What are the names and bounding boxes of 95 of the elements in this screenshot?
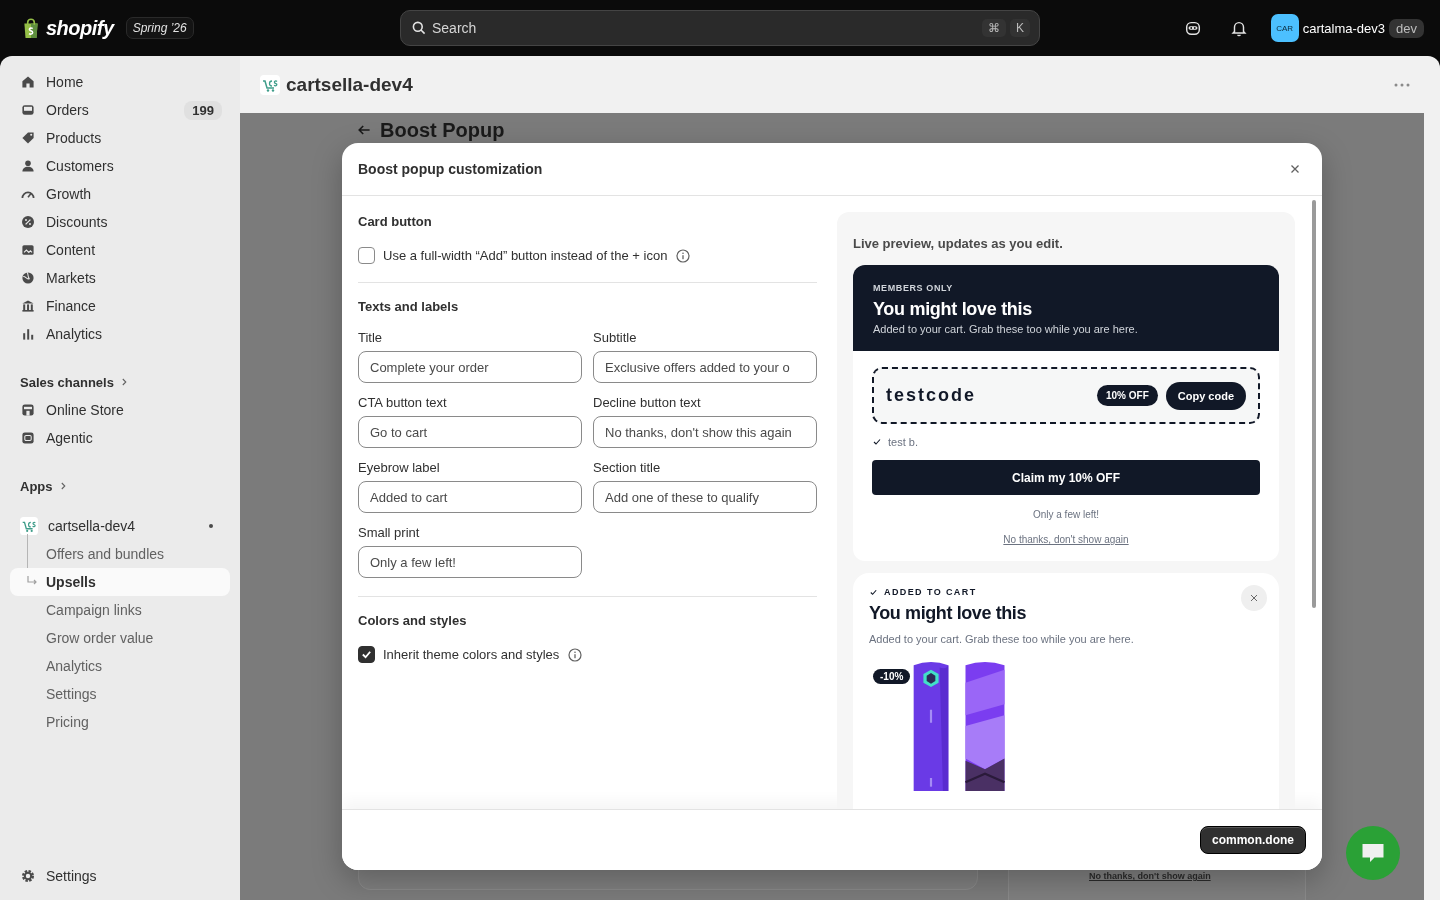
text-field[interactable]: Only a few left! bbox=[358, 546, 582, 578]
cart-logo-icon bbox=[20, 517, 38, 535]
nav-subitem[interactable]: Settings bbox=[10, 680, 230, 708]
info-icon bbox=[675, 247, 692, 264]
count-badge: 199 bbox=[184, 100, 222, 120]
close-icon bbox=[1248, 592, 1260, 604]
nav-subitem[interactable]: Campaign links bbox=[10, 596, 230, 624]
modal-title: Boost popup customization bbox=[358, 161, 543, 177]
note-text: test b. bbox=[888, 436, 918, 448]
nav-item[interactable]: Home bbox=[10, 68, 230, 96]
nav-subitem[interactable]: Grow order value bbox=[10, 624, 230, 652]
discount-badge: 10% OFF bbox=[1096, 385, 1158, 406]
nav-item[interactable]: Finance bbox=[10, 292, 230, 320]
release-badge: Spring ’26 bbox=[125, 17, 194, 39]
popup-title: You might love this bbox=[869, 603, 1028, 624]
text-field[interactable]: No thanks, don't show this again bbox=[593, 416, 817, 448]
bar-chart-icon bbox=[20, 326, 36, 342]
checkbox[interactable] bbox=[358, 247, 375, 264]
nav-item[interactable]: Settings bbox=[10, 862, 230, 890]
field-label: Title bbox=[358, 330, 384, 345]
inbox-icon bbox=[20, 102, 36, 118]
preview-caption: Live preview, updates as you edit. bbox=[853, 236, 1064, 251]
check-icon bbox=[869, 587, 878, 597]
section-heading: Colors and styles bbox=[358, 613, 468, 628]
discount-badge: -10% bbox=[873, 669, 911, 684]
person-icon bbox=[20, 158, 36, 174]
nav-item[interactable]: Content bbox=[10, 236, 230, 264]
gear-icon bbox=[20, 868, 36, 884]
nav-item[interactable]: Orders 199 bbox=[10, 96, 230, 124]
tree-arrow-icon bbox=[27, 576, 37, 586]
section-heading: Texts and labels bbox=[358, 299, 460, 314]
section-heading: Card button bbox=[358, 214, 433, 229]
nav-item[interactable]: cartsella-dev4 bbox=[10, 512, 230, 540]
badge-icon bbox=[20, 214, 36, 230]
checkbox[interactable] bbox=[358, 646, 375, 663]
nav-item[interactable]: Analytics bbox=[10, 320, 230, 348]
dot-icon bbox=[208, 523, 214, 529]
nav-item[interactable]: Products bbox=[10, 124, 230, 152]
home-icon bbox=[20, 74, 36, 90]
environment-badge: dev bbox=[1389, 18, 1424, 38]
cart-logo-icon bbox=[260, 74, 280, 95]
checkbox-label: Inherit theme colors and styles bbox=[383, 647, 560, 662]
coupon-code: testcode bbox=[886, 385, 978, 406]
shortcut-key: ⌘ bbox=[982, 19, 1006, 37]
section-heading[interactable]: Sales channels bbox=[10, 368, 230, 396]
avatar: CAR bbox=[1270, 14, 1299, 42]
text-field[interactable]: Added to cart bbox=[358, 481, 582, 513]
nav-item[interactable]: Agentic bbox=[10, 424, 230, 452]
nav-subitem[interactable]: Pricing bbox=[10, 708, 230, 736]
store-name: cartalma-dev3 bbox=[1302, 20, 1386, 36]
claim-button[interactable]: Claim my 10% OFF bbox=[872, 460, 1260, 495]
popup-title: You might love this bbox=[873, 299, 1033, 320]
app-title: cartsella-dev4 bbox=[286, 73, 413, 96]
search-icon bbox=[411, 20, 427, 36]
nav-item[interactable]: Customers bbox=[10, 152, 230, 180]
nav-subitem[interactable]: Upsells bbox=[10, 568, 230, 596]
nav-item[interactable]: Discounts bbox=[10, 208, 230, 236]
nav-subitem[interactable]: Offers and bundles bbox=[10, 540, 230, 568]
checkbox-label: Use a full-width “Add” button instead of the + icon bbox=[383, 248, 668, 263]
field-label: CTA button text bbox=[358, 395, 448, 410]
storefront-icon bbox=[20, 402, 36, 418]
field-label: Subtitle bbox=[593, 330, 638, 345]
nav-item[interactable]: Online Store bbox=[10, 396, 230, 424]
logo-wordmark[interactable]: shopify bbox=[46, 16, 114, 40]
tag-icon bbox=[20, 130, 36, 146]
popup-subtitle: Added to your cart. Grab these too while you are here. bbox=[869, 633, 1135, 645]
small-print: Only a few left! bbox=[1031, 509, 1101, 520]
text-field[interactable]: Complete your order bbox=[358, 351, 582, 383]
copy-code-button[interactable]: Copy code bbox=[1165, 381, 1246, 410]
robot-face-icon bbox=[1183, 19, 1202, 37]
account-menu[interactable]: CAR cartalma-dev3 dev bbox=[1266, 14, 1424, 42]
content-icon bbox=[20, 242, 36, 258]
eyebrow-label: ADDED TO CART bbox=[884, 587, 977, 597]
eyebrow-label: MEMBERS ONLY bbox=[873, 283, 954, 293]
nav-item[interactable]: Markets bbox=[10, 264, 230, 292]
done-button[interactable]: common.done bbox=[1200, 826, 1306, 854]
check-icon bbox=[872, 437, 882, 447]
text-field[interactable]: Exclusive offers added to your o bbox=[593, 351, 817, 383]
nav-item[interactable]: Growth bbox=[10, 180, 230, 208]
info-icon bbox=[567, 646, 584, 663]
field-label: Small print bbox=[358, 525, 421, 540]
popup-subtitle: Added to your cart. Grab these too while you are here. bbox=[873, 323, 1139, 335]
text-field[interactable]: Go to cart bbox=[358, 416, 582, 448]
decline-link[interactable]: No thanks, don't show again bbox=[872, 534, 1260, 545]
section-heading[interactable]: Apps bbox=[10, 472, 230, 500]
field-label: Decline button text bbox=[593, 395, 702, 410]
ellipsis-icon bbox=[1394, 82, 1410, 87]
field-label: Section title bbox=[593, 460, 662, 475]
text-field[interactable]: Add one of these to qualify bbox=[593, 481, 817, 513]
checkmark-icon bbox=[361, 649, 372, 660]
bank-icon bbox=[20, 298, 36, 314]
field-label: Eyebrow label bbox=[358, 460, 441, 475]
page-heading: Boost Popup bbox=[380, 119, 505, 141]
bell-icon bbox=[1229, 19, 1248, 37]
nav-subitem[interactable]: Analytics bbox=[10, 652, 230, 680]
